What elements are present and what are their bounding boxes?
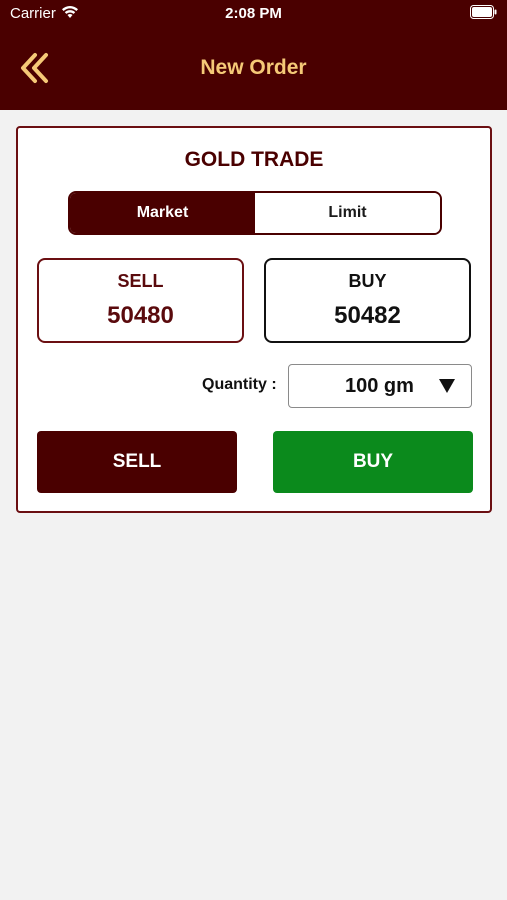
sell-price-label: SELL	[117, 271, 164, 291]
status-bar: Carrier 2:08 PM	[0, 0, 507, 28]
buy-price-box: BUY 50482	[264, 258, 471, 343]
quantity-value: 100 gm	[345, 375, 414, 397]
tab-market[interactable]: Market	[70, 193, 255, 233]
order-type-segmented-control: Market Limit	[68, 191, 442, 235]
quantity-dropdown[interactable]: 100 gm	[288, 364, 472, 408]
sell-button[interactable]: SELL	[37, 431, 237, 493]
sell-price-box: SELL 50480	[37, 258, 244, 343]
sell-price-value: 50480	[107, 302, 174, 329]
buy-price-label: BUY	[348, 271, 387, 291]
buy-price-value: 50482	[334, 302, 401, 329]
app-header: Carrier 2:08 PM New Order	[0, 0, 507, 110]
dropdown-triangle-icon	[439, 379, 455, 393]
trade-card: GOLD TRADE Market Limit SELL 50480 BUY 5…	[16, 126, 492, 513]
page-title: New Order	[200, 56, 307, 79]
quantity-label: Quantity :	[202, 376, 277, 393]
status-time: 2:08 PM	[225, 5, 282, 22]
buy-button[interactable]: BUY	[273, 431, 473, 493]
battery-icon	[470, 5, 497, 19]
tab-limit[interactable]: Limit	[255, 193, 440, 233]
card-title: GOLD TRADE	[184, 148, 324, 171]
